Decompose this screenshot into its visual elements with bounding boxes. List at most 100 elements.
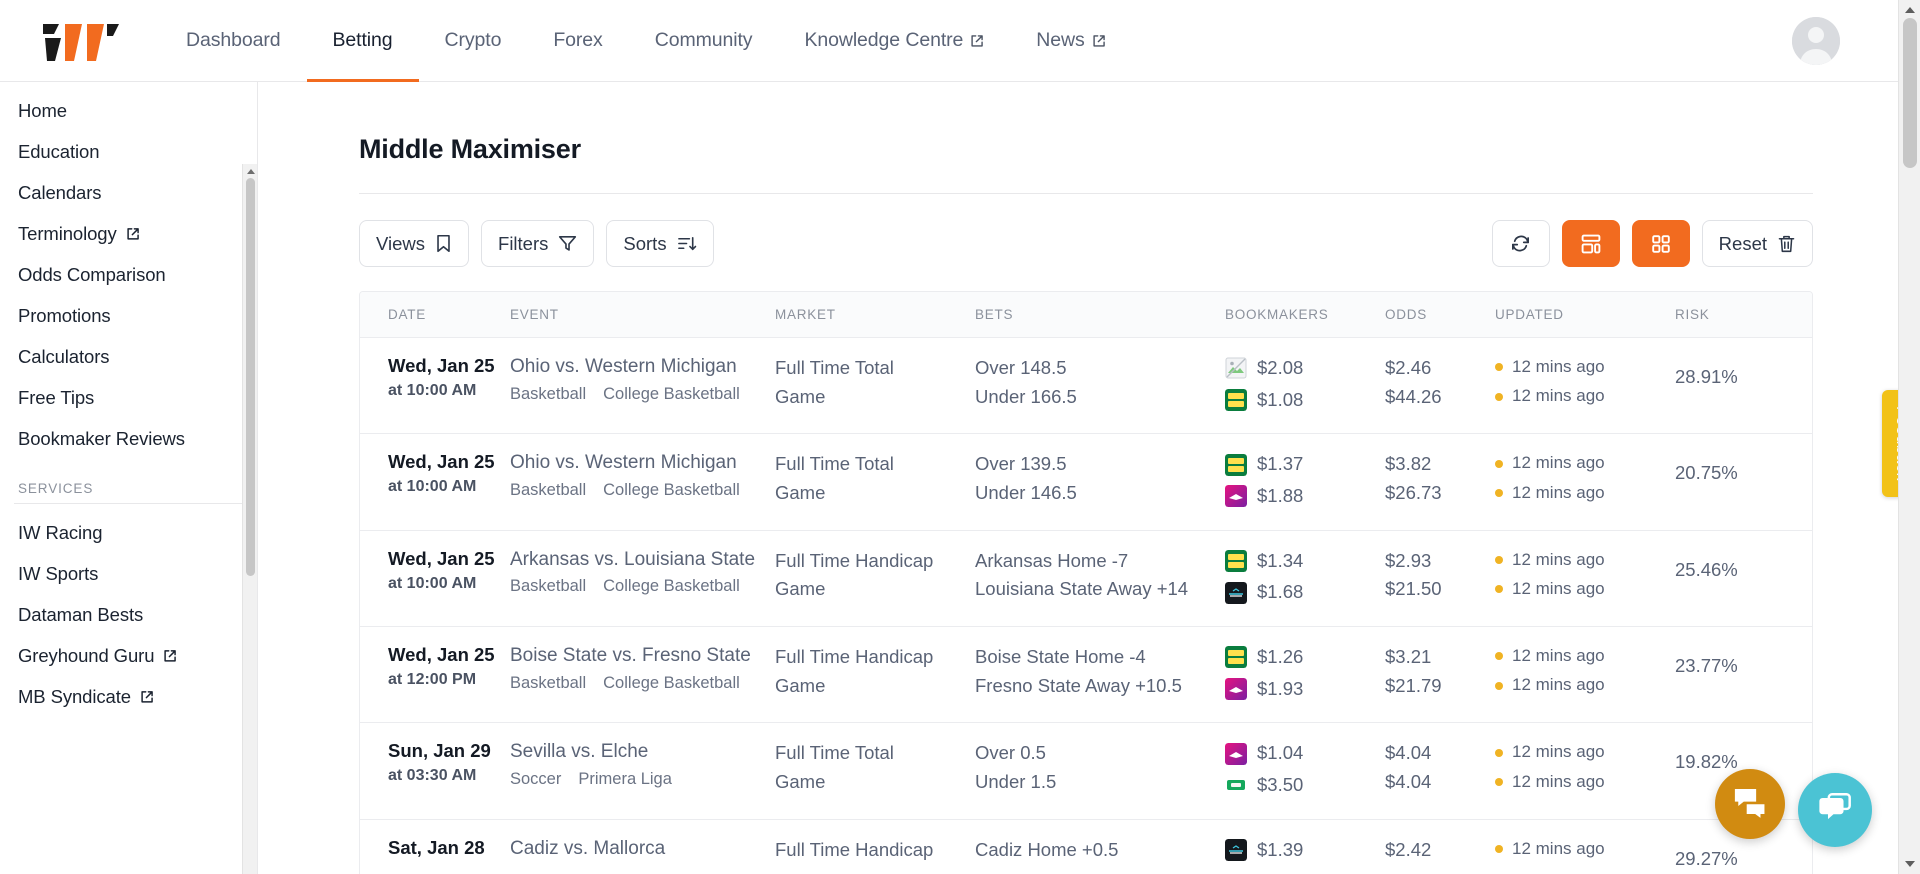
cell-risk: 23.77% [1675, 626, 1812, 724]
cell-date: Wed, Jan 25 at 12:00 PM [360, 626, 510, 724]
sidebar-item-mb-syndicate[interactable]: MB Syndicate [0, 676, 257, 717]
bookmaker-row[interactable]: $1.68 [1225, 578, 1385, 607]
cell-market: Full Time Total Game [775, 433, 975, 531]
bookmaker-bet365-icon [1225, 389, 1247, 411]
top-navigation-bar: Dashboard Betting Crypto Forex Community… [0, 0, 1898, 82]
sidebar-item-iw-racing[interactable]: IW Racing [0, 512, 257, 553]
cell-odds: $3.82 $26.73 [1385, 433, 1495, 531]
sidebar-item-education[interactable]: Education [0, 131, 257, 172]
event-date: Sun, Jan 29 [388, 740, 491, 762]
bookmaker-row[interactable]: $1.04 [1225, 739, 1385, 768]
table-row[interactable]: Wed, Jan 25 at 12:00 PM Boise State vs. Fr… [360, 626, 1812, 724]
col-header-market[interactable]: MARKET [775, 292, 975, 338]
status-dot-icon [1495, 392, 1503, 401]
table-toolbar: Views Filters Sorts Reset [274, 194, 1898, 267]
bookmaker-row[interactable]: $1.26 [1225, 643, 1385, 672]
updated-row: 12 mins ago [1495, 450, 1675, 476]
sidebar-item-iw-sports[interactable]: IW Sports [0, 553, 257, 594]
nav-label: Forex [553, 29, 603, 51]
layout-view-button[interactable] [1561, 220, 1620, 267]
bookmaker-row[interactable]: $1.93 [1225, 675, 1385, 704]
chat-support-button[interactable] [1715, 769, 1785, 839]
risk-value: 25.46% [1675, 558, 1738, 580]
table-row[interactable]: Wed, Jan 25 at 10:00 AM Ohio vs. Western M… [360, 337, 1812, 435]
cell-updated: 12 mins ago [1495, 819, 1675, 874]
bookmaker-row[interactable]: $1.88 [1225, 482, 1385, 511]
event-name: Sevilla vs. Elche [510, 741, 649, 763]
sorts-button[interactable]: Sorts [606, 220, 714, 267]
sidebar-item-free-tips[interactable]: Free Tips [0, 377, 257, 418]
odds-value: $2.46 [1385, 357, 1432, 378]
cell-market: Full Time Handicap Game [775, 530, 975, 628]
external-link-icon [970, 34, 984, 48]
page-scroll-up-arrow-icon[interactable] [1899, 0, 1920, 20]
col-header-bets[interactable]: BETS [975, 292, 1225, 338]
col-header-event[interactable]: EVENT [510, 292, 775, 338]
bookmaker-price: $1.68 [1257, 581, 1304, 603]
page-scroll-down-arrow-icon[interactable] [1899, 854, 1920, 874]
bookmaker-row[interactable]: $1.39 [1225, 836, 1385, 865]
sidebar-scrollbar[interactable] [242, 164, 257, 874]
bookmaker-bet365-icon [1225, 646, 1247, 669]
bookmaker-row[interactable]: $1.08 [1225, 386, 1385, 415]
iw-logo[interactable] [0, 0, 160, 82]
reset-button[interactable]: Reset [1701, 220, 1813, 267]
bookmaker-price: $1.04 [1257, 742, 1304, 764]
col-header-updated[interactable]: UPDATED [1495, 292, 1675, 338]
nav-label: News [1036, 29, 1085, 51]
sidebar-item-terminology[interactable]: Terminology [0, 213, 257, 254]
odds-value: $44.26 [1385, 385, 1442, 407]
refresh-button[interactable] [1491, 220, 1550, 267]
market-line: Full Time Total [775, 357, 894, 378]
sport-tag: Soccer [510, 770, 562, 789]
sidebar-item-odds-comparison[interactable]: Odds Comparison [0, 254, 257, 295]
sidebar-item-dataman-bests[interactable]: Dataman Bests [0, 594, 257, 635]
sidebar-item-greyhound-guru[interactable]: Greyhound Guru [0, 635, 257, 676]
grid-view-button[interactable] [1631, 220, 1690, 267]
sidebar-item-calculators[interactable]: Calculators [0, 336, 257, 377]
col-header-date[interactable]: DATE [360, 292, 510, 338]
updated-time: 12 mins ago [1512, 549, 1605, 569]
sidebar-item-promotions[interactable]: Promotions [0, 295, 257, 336]
nav-link-crypto[interactable]: Crypto [419, 0, 528, 82]
cell-bookmakers: $1.39 [1225, 819, 1385, 874]
toolbar-right-group: Reset [1491, 220, 1813, 267]
grid-view-icon [1650, 233, 1672, 255]
table-row[interactable]: Sun, Jan 29 at 03:30 AM Sevilla vs. Elche S… [360, 722, 1812, 820]
sidebar-item-home[interactable]: Home [0, 90, 257, 131]
sidebar-item-calendars[interactable]: Calendars [0, 172, 257, 213]
page-scrollbar[interactable] [1898, 0, 1920, 874]
live-chat-button[interactable] [1798, 773, 1872, 847]
table-row[interactable]: Sat, Jan 28 Cadiz vs. Mallorca Full Time H… [360, 819, 1812, 874]
league-tag: Primera Liga [578, 770, 672, 789]
odds-value: $26.73 [1385, 482, 1442, 504]
status-dot-icon [1495, 777, 1503, 786]
nav-link-dashboard[interactable]: Dashboard [160, 0, 307, 82]
avatar[interactable] [1792, 16, 1840, 65]
bookmaker-row[interactable]: $2.08 [1225, 354, 1385, 383]
nav-link-community[interactable]: Community [629, 0, 779, 82]
event-name: Ohio vs. Western Michigan [510, 452, 737, 474]
updated-time: 12 mins ago [1512, 482, 1605, 502]
views-button[interactable]: Views [359, 220, 470, 267]
page-scrollbar-thumb[interactable] [1903, 18, 1917, 168]
nav-link-news[interactable]: News [1010, 0, 1131, 82]
table-row[interactable]: Wed, Jan 25 at 10:00 AM Ohio vs. Western M… [360, 433, 1812, 531]
col-header-bookmakers[interactable]: BOOKMAKERS [1225, 292, 1385, 338]
table-row[interactable]: Wed, Jan 25 at 10:00 AM Arkansas vs. Louis… [360, 530, 1812, 628]
nav-link-betting[interactable]: Betting [306, 0, 419, 82]
cell-bets: Over 0.5 Under 1.5 [975, 722, 1225, 820]
filters-button[interactable]: Filters [481, 220, 595, 267]
sidebar-scrollbar-thumb[interactable] [246, 178, 255, 576]
col-header-risk[interactable]: RISK [1675, 292, 1812, 338]
nav-link-knowledge-centre[interactable]: Knowledge Centre [778, 0, 1010, 82]
nav-link-forex[interactable]: Forex [527, 0, 628, 82]
sidebar-item-bookmaker-reviews[interactable]: Bookmaker Reviews [0, 418, 257, 459]
league-tag: College Basketball [603, 577, 740, 596]
risk-value: 29.27% [1675, 847, 1738, 869]
col-header-odds[interactable]: ODDS [1385, 292, 1495, 338]
bookmaker-row[interactable]: $1.37 [1225, 450, 1385, 479]
bookmaker-row[interactable]: $1.34 [1225, 547, 1385, 576]
bookmaker-row[interactable]: $3.50 [1225, 771, 1385, 800]
scroll-up-arrow-icon[interactable] [243, 164, 257, 179]
